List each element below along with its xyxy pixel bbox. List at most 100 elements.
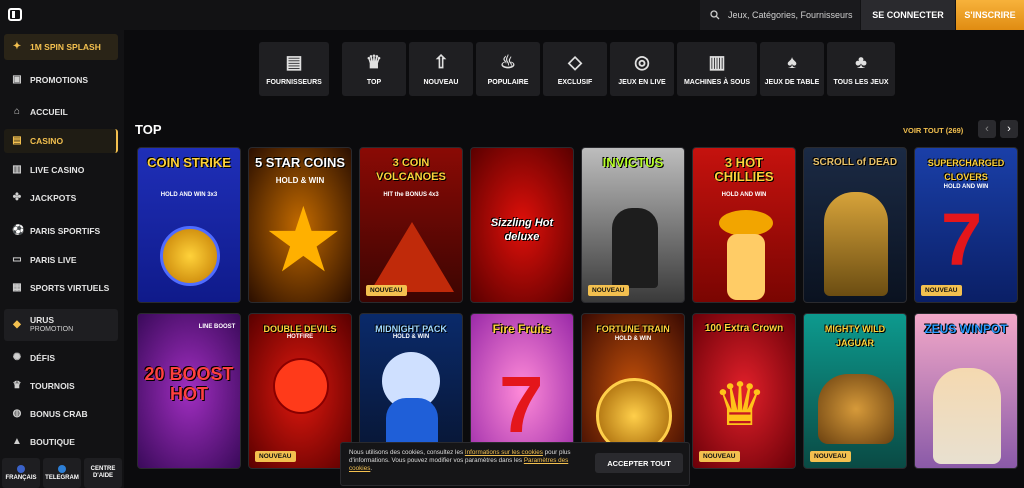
sidebar-item-boutique[interactable]: ▲ BOUTIQUE bbox=[4, 430, 118, 454]
game-card-invictus[interactable]: INVICTUS NOUVEAU bbox=[581, 147, 685, 303]
telegram-button[interactable]: TELEGRAM bbox=[43, 458, 81, 488]
crown-icon: ♛ bbox=[365, 51, 383, 72]
category-top[interactable]: ♛ TOP bbox=[342, 42, 406, 96]
fire-icon: ♨ bbox=[499, 51, 517, 72]
category-label: JEUX EN LIVE bbox=[618, 78, 666, 86]
warrior-art bbox=[612, 208, 658, 288]
game-title: SCROLL of DEAD bbox=[812, 157, 898, 168]
game-card-zeus-winpot[interactable]: ZEUS WINPOT bbox=[914, 313, 1018, 469]
game-title: COIN STRIKE bbox=[147, 155, 231, 170]
category-label: TOUS LES JEUX bbox=[833, 78, 889, 86]
sidebar-item-casino[interactable]: ▤ CASINO bbox=[4, 129, 118, 153]
help-center-button[interactable]: CENTRE D'AIDE bbox=[84, 458, 122, 488]
urus-subtitle: PROMOTION bbox=[30, 326, 74, 333]
sidebar-item-tournois[interactable]: ♛ TOURNOIS bbox=[4, 374, 118, 398]
accept-all-button[interactable]: ACCEPTER TOUT bbox=[595, 453, 683, 473]
volcano-art bbox=[370, 222, 454, 292]
sidebar-bottom-buttons: FRANÇAIS TELEGRAM CENTRE D'AIDE bbox=[2, 458, 122, 488]
login-button[interactable]: SE CONNECTER bbox=[861, 0, 955, 30]
game-subtitle: HOLD AND WIN 3x3 bbox=[160, 192, 218, 198]
game-title: 5 STAR COINS bbox=[254, 155, 346, 170]
category-jeux-de-table[interactable]: ♠ JEUX DE TABLE bbox=[760, 42, 824, 96]
game-card-100-extra-crown[interactable]: 100 Extra Crown ♛ NOUVEAU bbox=[692, 313, 796, 469]
category-jeux-en-live[interactable]: ◎ JEUX EN LIVE bbox=[610, 42, 674, 96]
game-card-scroll-of-dead[interactable]: SCROLL of DEAD bbox=[803, 147, 907, 303]
see-all-link[interactable]: VOIR TOUT (269) bbox=[903, 126, 963, 135]
sidebar-item-label: BOUTIQUE bbox=[30, 437, 75, 447]
sidebar-item-sports-virtuels[interactable]: ▦ SPORTS VIRTUELS bbox=[4, 276, 118, 300]
sidebar-item-label: DÉFIS bbox=[30, 353, 56, 363]
cookie-text-part: . bbox=[370, 465, 373, 472]
cookie-banner: Nous utilisons des cookies, consultez le… bbox=[340, 442, 690, 486]
challenge-icon: ✺ bbox=[12, 352, 22, 363]
category-label: MACHINES À SOUS bbox=[683, 78, 751, 86]
sidebar-item-label: PARIS SPORTIFS bbox=[30, 226, 101, 236]
game-title: ZEUS WINPOT bbox=[924, 322, 1008, 336]
slot-machine-icon: ▥ bbox=[708, 51, 726, 72]
sports-icon: ⚽ bbox=[12, 225, 25, 236]
game-card-3-coin-volcanoes[interactable]: 3 COIN VOLCANOES HIT the BONUS 4x3 NOUVE… bbox=[359, 147, 463, 303]
cookie-info-link[interactable]: Informations sur les cookies bbox=[465, 449, 543, 456]
game-subtitle: HOLD & WIN bbox=[614, 336, 652, 342]
category-label: EXCLUSIF bbox=[557, 78, 593, 86]
sidebar-item-label: CASINO bbox=[30, 136, 64, 146]
devil-art bbox=[273, 358, 329, 414]
sidebar-item-jackpots[interactable]: ✤ JACKPOTS bbox=[4, 186, 118, 210]
sidebar-item-promotions[interactable]: ▣ PROMOTIONS bbox=[4, 68, 118, 92]
cookie-text: Nous utilisons des cookies, consultez le… bbox=[349, 449, 585, 473]
sidebar: ✦ 1M SPIN SPLASH ▣ PROMOTIONS ⌂ ACCUEIL … bbox=[0, 30, 124, 488]
seven-art: 7 bbox=[941, 198, 983, 281]
game-card-sizzling-hot[interactable]: Sizzling Hot deluxe bbox=[470, 147, 574, 303]
sidebar-promo-spin-splash[interactable]: ✦ 1M SPIN SPLASH bbox=[4, 34, 118, 60]
sidebar-promo-label: 1M SPIN SPLASH bbox=[30, 42, 101, 52]
sidebar-item-label: LIVE CASINO bbox=[30, 165, 85, 175]
urus-car-icon: ◆ bbox=[13, 319, 21, 330]
sidebar-item-label: PROMOTIONS bbox=[30, 75, 89, 85]
sidebar-item-live-casino[interactable]: ▥ LIVE CASINO bbox=[4, 158, 118, 182]
sidebar-toggle-icon[interactable] bbox=[8, 8, 22, 21]
sidebar-item-paris-live[interactable]: ▭ PARIS LIVE bbox=[4, 248, 118, 272]
game-title: 20 BOOST HOT bbox=[144, 364, 234, 404]
game-card-5-star-coins[interactable]: 5 STAR COINS HOLD & WIN ★ bbox=[248, 147, 352, 303]
signup-button[interactable]: S'INSCRIRE bbox=[956, 0, 1024, 30]
telegram-icon bbox=[58, 464, 66, 473]
sidebar-item-accueil[interactable]: ⌂ ACCUEIL bbox=[4, 100, 118, 124]
diamond-icon: ◇ bbox=[568, 51, 582, 72]
section-title: TOP bbox=[135, 122, 162, 137]
next-arrow-icon[interactable]: › bbox=[1000, 120, 1018, 138]
sidebar-item-bonus-crab[interactable]: ◍ BONUS CRAB bbox=[4, 402, 118, 426]
game-card-20-boost-hot[interactable]: LINE BOOST 20 BOOST HOT bbox=[137, 313, 241, 469]
game-card-coin-strike[interactable]: COIN STRIKE HOLD AND WIN 3x3 bbox=[137, 147, 241, 303]
sidebar-item-defis[interactable]: ✺ DÉFIS bbox=[4, 346, 118, 370]
game-card-3-hot-chillies[interactable]: 3 HOT CHILLIES HOLD AND WIN bbox=[692, 147, 796, 303]
language-label: FRANÇAIS bbox=[5, 474, 37, 481]
sidebar-item-paris-sportifs[interactable]: ⚽ PARIS SPORTIFS bbox=[4, 219, 118, 243]
category-fournisseurs[interactable]: ▤ FOURNISSEURS bbox=[259, 42, 329, 96]
new-badge: NOUVEAU bbox=[255, 451, 296, 462]
category-populaire[interactable]: ♨ POPULAIRE bbox=[476, 42, 540, 96]
new-badge: NOUVEAU bbox=[921, 285, 962, 296]
cookie-text-part: Nous utilisons des cookies, consultez le… bbox=[349, 449, 465, 456]
category-nouveau[interactable]: ⇧ NOUVEAU bbox=[409, 42, 473, 96]
sidebar-item-label: TOURNOIS bbox=[30, 381, 75, 391]
prev-arrow-icon[interactable]: ‹ bbox=[978, 120, 996, 138]
category-exclusif[interactable]: ◇ EXCLUSIF bbox=[543, 42, 607, 96]
game-card-supercharged-clovers[interactable]: SUPERCHARGED CLOVERS HOLD AND WIN 7 NOUV… bbox=[914, 147, 1018, 303]
crab-icon: ◍ bbox=[12, 408, 22, 419]
sidebar-urus-promotion[interactable]: ◆ URUS PROMOTION bbox=[4, 309, 118, 341]
new-badge: NOUVEAU bbox=[810, 451, 851, 462]
sidebar-item-label: SPORTS VIRTUELS bbox=[30, 283, 110, 293]
game-title: SUPERCHARGED CLOVERS bbox=[927, 158, 1005, 182]
search-input[interactable]: Jeux, Catégories, Fournisseurs bbox=[700, 0, 860, 30]
game-card-double-devils[interactable]: DOUBLE DEVILS HOTFIRE NOUVEAU bbox=[248, 313, 352, 469]
cherries-icon: ♣ bbox=[855, 51, 867, 72]
category-machines-a-sous[interactable]: ▥ MACHINES À SOUS bbox=[677, 42, 757, 96]
pharaoh-art bbox=[824, 192, 888, 296]
language-button[interactable]: FRANÇAIS bbox=[2, 458, 40, 488]
live-casino-icon: ▥ bbox=[12, 164, 22, 175]
category-tous-les-jeux[interactable]: ♣ TOUS LES JEUX bbox=[827, 42, 895, 96]
mariachi-body-art bbox=[727, 234, 765, 300]
game-card-mighty-wild-jaguar[interactable]: MIGHTY WILD JAGUAR NOUVEAU bbox=[803, 313, 907, 469]
seven-art: 7 bbox=[499, 360, 544, 449]
zeus-art bbox=[933, 368, 1001, 464]
